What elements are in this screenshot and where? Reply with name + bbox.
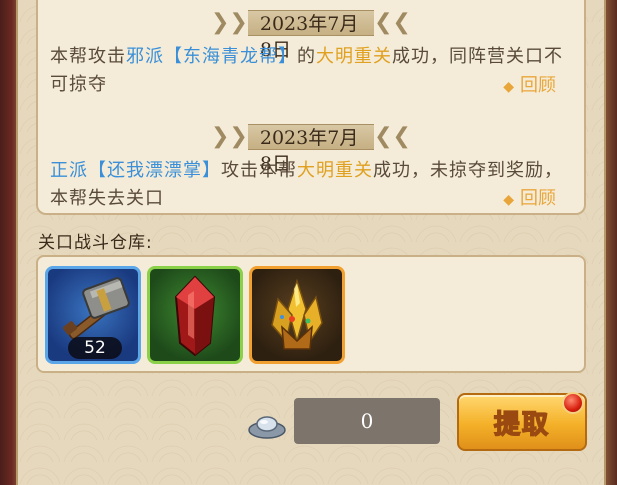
log-date-banner: ❯❯ 2023年7月8日 ❮❮ [211, 8, 411, 61]
review-link[interactable]: ◆ 回顾 [503, 74, 556, 99]
gate-name: 大明重关 [316, 46, 392, 67]
item-slot-red-crystal[interactable] [147, 266, 243, 364]
chevron-right-icon: ❯❯ [211, 10, 248, 35]
log-segment: 本帮攻击 [50, 46, 126, 67]
item-quantity: 52 [68, 337, 122, 359]
gate-name: 大明重关 [297, 160, 373, 181]
diamond-icon: ◆ [503, 192, 514, 208]
log-segment: 的 [297, 46, 316, 67]
silver-ingot-icon [248, 416, 286, 439]
red-crystal-icon [174, 275, 216, 357]
chevron-right-icon: ❯❯ [211, 124, 248, 149]
review-label: 回顾 [520, 75, 556, 96]
notification-dot [562, 392, 584, 414]
log-entry-text: 本帮攻击邪派【东海青龙帮】的大明重关成功，同阵营关口不可掠夺 [50, 43, 570, 99]
battle-log[interactable]: ❯❯ 2023年7月8日 ❮❮ 本帮攻击邪派【东海青龙帮】的大明重关成功，同阵营… [36, 0, 586, 215]
log-entry-text: 正派【还我漂漂掌】攻击本帮大明重关成功，未掠夺到奖励，本帮失去关口 [50, 157, 570, 213]
diamond-icon: ◆ [503, 79, 514, 95]
claim-button-label: 提取 [493, 409, 550, 441]
item-slot-hammer[interactable]: 52 [45, 266, 141, 364]
storage-label: 关口战斗仓库: [38, 233, 153, 253]
gold-crystal-icon [271, 278, 323, 350]
claim-amount-field: 0 [294, 398, 440, 444]
review-label: 回顾 [520, 188, 556, 209]
faction-name: 正派【还我漂漂掌】 [50, 160, 221, 181]
log-segment: 攻击本帮 [221, 160, 297, 181]
item-slot-gold-crystal[interactable] [249, 266, 345, 364]
log-date: 2023年7月8日 [247, 124, 375, 175]
review-link[interactable]: ◆ 回顾 [503, 187, 556, 212]
log-date: 2023年7月8日 [247, 10, 375, 61]
log-date-banner: ❯❯ 2023年7月8日 ❮❮ [211, 122, 411, 175]
faction-name: 邪派【东海青龙帮】 [126, 46, 297, 67]
storage-grid: 52 [36, 255, 586, 373]
chevron-left-icon: ❮❮ [374, 10, 411, 35]
chevron-left-icon: ❮❮ [374, 124, 411, 149]
